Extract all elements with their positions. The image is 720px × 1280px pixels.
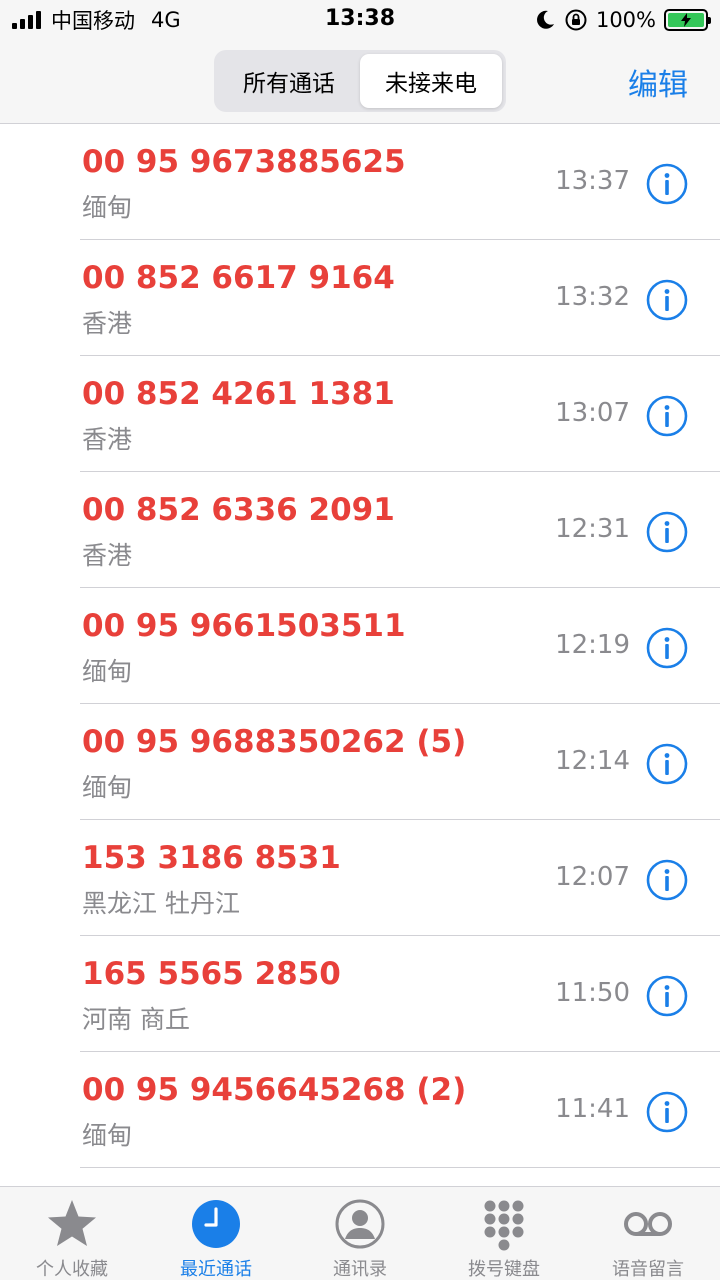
call-location: 香港 [82,309,133,338]
clock-icon [192,1200,240,1248]
call-number: 00 852 6617 9164 [82,260,395,296]
tab-keypad[interactable]: 拨号键盘 [432,1187,576,1280]
tab-label: 拨号键盘 [468,1259,540,1280]
tab-contacts[interactable]: 通讯录 [288,1187,432,1280]
segment-all-calls[interactable]: 所有通话 [218,54,360,108]
tab-label: 通讯录 [333,1259,387,1280]
call-time: 12:14 [555,746,630,776]
status-right: 100% [534,6,711,34]
edit-button[interactable]: 编辑 [628,60,688,104]
call-location: 河南 商丘 [82,1005,190,1034]
call-row[interactable]: 00 95 9456645268 (2) 缅甸 11:41 [80,1052,720,1168]
info-icon[interactable] [646,627,688,669]
call-location: 黑龙江 牡丹江 [82,889,240,918]
call-number: 00 95 9456645268 (2) [82,1072,467,1108]
call-number: 00 95 9661503511 [82,608,406,644]
call-row[interactable]: 00 852 4261 1381 香港 13:07 [80,356,720,472]
call-time: 11:50 [555,978,630,1008]
call-time: 12:31 [555,514,630,544]
info-icon[interactable] [646,743,688,785]
contact-icon [335,1199,385,1249]
call-number: 00 852 4261 1381 [82,376,395,412]
call-time: 12:19 [555,630,630,660]
tab-bar: 个人收藏 最近通话 通讯录 拨号键盘 语音留言 [0,1186,720,1280]
tab-voicemail[interactable]: 语音留言 [576,1187,720,1280]
tab-recents[interactable]: 最近通话 [144,1187,288,1280]
battery-fill [668,13,704,27]
call-row[interactable]: 00 95 9688350262 (5) 缅甸 12:14 [80,704,720,820]
call-number: 00 95 9688350262 (5) [82,724,467,760]
tab-label: 最近通话 [180,1259,252,1280]
info-icon[interactable] [646,1091,688,1133]
call-number: 153 3186 8531 [82,840,341,876]
call-location: 缅甸 [82,193,133,222]
call-number: 165 5565 2850 [82,956,341,992]
call-row[interactable]: 00 852 6617 9164 香港 13:32 [80,240,720,356]
info-icon[interactable] [646,395,688,437]
tab-label: 语音留言 [612,1259,684,1280]
keypad-icon [484,1200,524,1251]
info-icon[interactable] [646,859,688,901]
info-icon[interactable] [646,163,688,205]
call-filter-segmented-control: 所有通话 未接来电 [214,50,506,112]
status-bar: 中国移动 4G 13:38 100% [0,0,720,40]
call-time: 13:37 [555,166,630,196]
call-time: 11:41 [555,1094,630,1124]
call-time: 12:07 [555,862,630,892]
call-location: 缅甸 [82,773,133,802]
moon-icon [537,10,554,29]
tab-label: 个人收藏 [36,1259,108,1280]
call-row[interactable]: 165 5565 2850 河南 商丘 11:50 [80,936,720,1052]
call-number: 00 852 6336 2091 [82,492,395,528]
call-location: 缅甸 [82,657,133,686]
call-number: 00 95 9673885625 [82,144,406,180]
call-row[interactable]: 00 95 9673885625 缅甸 13:37 [80,124,720,240]
voicemail-icon [624,1212,672,1236]
charging-bolt-icon [681,13,691,27]
battery-icon [664,9,711,31]
star-icon [48,1200,96,1246]
tab-favorites[interactable]: 个人收藏 [0,1187,144,1280]
nav-header: 所有通话 未接来电 编辑 [0,40,720,124]
info-icon[interactable] [646,511,688,553]
battery-percentage: 100% [595,8,656,32]
segment-missed-calls[interactable]: 未接来电 [360,54,502,108]
call-row[interactable]: 00 852 6336 2091 香港 12:31 [80,472,720,588]
info-icon[interactable] [646,975,688,1017]
call-location: 缅甸 [82,1121,133,1150]
call-row[interactable]: 153 3186 8531 黑龙江 牡丹江 12:07 [80,820,720,936]
call-location: 香港 [82,425,133,454]
call-time: 13:07 [555,398,630,428]
orientation-lock-icon [565,9,587,31]
recent-calls-list: 00 95 9673885625 缅甸 13:37 00 852 6617 91… [0,124,720,1168]
info-icon[interactable] [646,279,688,321]
call-row[interactable]: 00 95 9661503511 缅甸 12:19 [80,588,720,704]
call-location: 香港 [82,541,133,570]
call-time: 13:32 [555,282,630,312]
